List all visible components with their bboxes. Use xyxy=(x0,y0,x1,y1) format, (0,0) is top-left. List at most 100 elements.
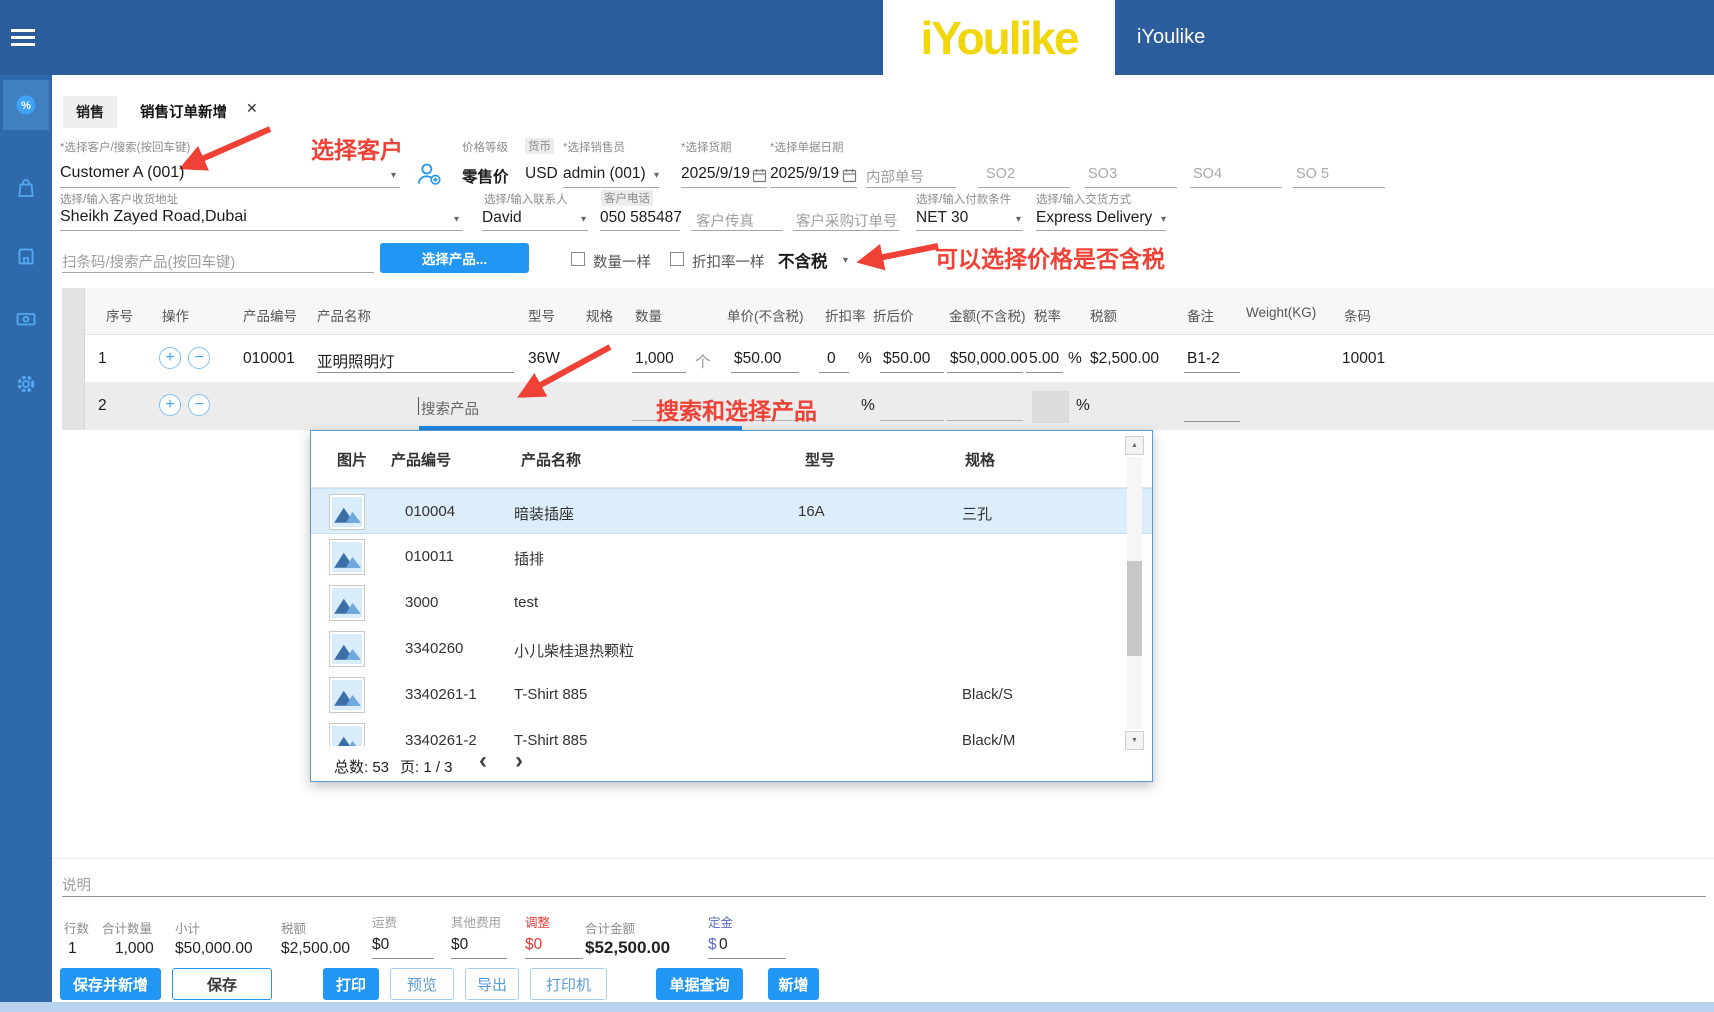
annotation-search-product: 搜索和选择产品 xyxy=(656,398,817,424)
save-button[interactable]: 保存 xyxy=(172,968,272,1000)
col-header: 折后价 xyxy=(873,309,914,324)
row1-after-price[interactable]: $50.00 xyxy=(883,350,930,368)
chevron-down-icon[interactable]: ▾ xyxy=(1161,214,1166,225)
remove-row-button[interactable]: − xyxy=(188,347,210,369)
total-qty-value: 1,000 xyxy=(115,940,154,957)
row1-remark[interactable]: B1-2 xyxy=(1187,350,1220,368)
printer-button[interactable]: 打印机 xyxy=(530,968,607,1000)
row-handle-column xyxy=(62,288,85,430)
sidebar-item-store[interactable] xyxy=(3,240,49,272)
select-product-button[interactable]: 选择产品... xyxy=(380,243,529,273)
phone-input[interactable]: 050 585487 xyxy=(600,207,682,231)
sidebar-item-purchase[interactable] xyxy=(3,172,49,204)
chevron-down-icon[interactable]: ▾ xyxy=(654,170,659,181)
qty-same-checkbox[interactable] xyxy=(571,252,585,266)
list-item[interactable]: 010011 插排 xyxy=(311,534,1152,580)
next-page-button[interactable]: › xyxy=(515,747,523,775)
prev-page-button[interactable]: ‹ xyxy=(479,747,487,775)
row1-tax-rate[interactable]: 5.00 xyxy=(1029,350,1059,368)
col-header: 产品编号 xyxy=(243,309,297,324)
address-select[interactable]: Sheikh Zayed Road,Dubai ▾ xyxy=(60,207,463,231)
chevron-down-icon[interactable]: ▾ xyxy=(1016,214,1021,225)
so5-input[interactable]: SO 5 xyxy=(1293,160,1385,188)
salesperson-select[interactable]: admin (001) ▾ xyxy=(563,160,659,188)
scroll-up-button[interactable]: ▲ xyxy=(1125,436,1144,455)
notes-input[interactable]: 说明 xyxy=(62,874,91,895)
export-button[interactable]: 导出 xyxy=(465,968,519,1000)
tax-total-value: $2,500.00 xyxy=(281,940,350,957)
po-input[interactable]: 客户采购订单号 xyxy=(793,207,899,231)
row1-qty[interactable]: 1,000 xyxy=(635,350,674,368)
remove-row-button[interactable]: − xyxy=(188,394,210,416)
row1-amount[interactable]: $50,000.00 xyxy=(950,350,1028,368)
save-and-new-button[interactable]: 保存并新增 xyxy=(60,968,161,1000)
chevron-down-icon[interactable]: ▾ xyxy=(581,214,586,225)
close-icon[interactable]: ✕ xyxy=(246,100,258,117)
product-code: 3340260 xyxy=(405,640,464,657)
row2-search-input[interactable]: 搜索产品 xyxy=(421,398,479,419)
calendar-icon[interactable] xyxy=(842,168,857,183)
scan-product-input[interactable]: 扫条码/搜索产品(按回车键) xyxy=(62,246,374,273)
internal-no-input[interactable]: 内部单号 xyxy=(866,160,956,188)
chevron-down-icon[interactable]: ▾ xyxy=(843,255,848,266)
list-item[interactable]: 3340261-2 T-Shirt 885 Black/M xyxy=(311,718,1152,746)
shipping-select[interactable]: Express Delivery ▾ xyxy=(1036,207,1166,231)
so4-input[interactable]: SO4 xyxy=(1190,160,1282,188)
doc-date-field[interactable]: 2025/9/19 xyxy=(770,160,857,188)
scrollbar-thumb[interactable] xyxy=(1127,561,1142,656)
product-image xyxy=(329,585,365,621)
chevron-down-icon[interactable]: ▾ xyxy=(454,214,459,225)
so2-input[interactable]: SO2 xyxy=(978,160,1070,188)
tab-document[interactable]: 销售订单新增 xyxy=(140,101,227,122)
row1-price[interactable]: $50.00 xyxy=(734,350,781,368)
adjust-label: 调整 xyxy=(525,916,551,930)
phone-label: 客户电话 xyxy=(601,190,653,206)
phone-value: 050 585487 xyxy=(600,209,682,226)
so3-input[interactable]: SO3 xyxy=(1085,160,1177,188)
currency-value[interactable]: USD xyxy=(525,165,558,183)
col-header: 条码 xyxy=(1344,309,1371,324)
customer-select[interactable]: Customer A (001) ▾ xyxy=(60,160,400,188)
adjust-input[interactable]: $0 xyxy=(525,936,542,954)
print-button[interactable]: 打印 xyxy=(323,968,379,1000)
list-item[interactable]: 3340260 小儿柴桂退热颗粒 xyxy=(311,626,1152,672)
add-row-button[interactable]: + xyxy=(159,394,181,416)
table-row-2[interactable] xyxy=(62,382,1714,430)
freight-input[interactable]: $0 xyxy=(372,936,389,954)
deposit-input[interactable]: 0 xyxy=(719,936,728,954)
add-new-button[interactable]: 新增 xyxy=(768,968,819,1000)
list-item[interactable]: 010004 暗装插座 16A 三孔 xyxy=(311,488,1152,534)
fax-placeholder: 客户传真 xyxy=(696,214,754,230)
sidebar-item-settings[interactable] xyxy=(3,368,49,400)
chevron-down-icon[interactable]: ▾ xyxy=(391,170,396,181)
doc-query-button[interactable]: 单据查询 xyxy=(656,968,743,1000)
price-level-value[interactable]: 零售价 xyxy=(462,165,509,187)
other-fee-input[interactable]: $0 xyxy=(451,936,468,954)
delivery-date-field[interactable]: 2025/9/19 xyxy=(681,160,767,188)
row1-name[interactable]: 亚明照明灯 xyxy=(317,350,395,372)
scroll-down-button[interactable]: ▼ xyxy=(1125,731,1144,750)
sidebar-item-finance[interactable] xyxy=(3,303,49,335)
row1-discount[interactable]: 0 xyxy=(827,350,836,368)
add-row-button[interactable]: + xyxy=(159,347,181,369)
fax-input[interactable]: 客户传真 xyxy=(691,207,783,231)
col-header: 金额(不含税) xyxy=(949,309,1026,324)
list-item[interactable]: 3000 test xyxy=(311,580,1152,626)
payment-select[interactable]: NET 30 ▾ xyxy=(916,207,1023,231)
add-customer-icon[interactable] xyxy=(415,160,442,187)
row2-tax-rate-box[interactable] xyxy=(1032,391,1069,423)
calendar-icon[interactable] xyxy=(752,168,767,183)
svg-text:%: % xyxy=(21,100,31,112)
sidebar-item-sales[interactable]: % xyxy=(3,80,49,130)
preview-label: 预览 xyxy=(406,976,437,994)
tax-mode-select[interactable]: 不含税 xyxy=(778,248,828,272)
annotation-arrow-product xyxy=(517,344,612,398)
list-item[interactable]: 3340261-1 T-Shirt 885 Black/S xyxy=(311,672,1152,718)
bottom-strip xyxy=(0,1002,1714,1012)
discount-same-checkbox[interactable] xyxy=(670,252,684,266)
deposit-currency: $ xyxy=(708,936,717,953)
tab-module[interactable]: 销售 xyxy=(63,96,117,128)
preview-button[interactable]: 预览 xyxy=(390,968,454,1000)
hamburger-menu-icon[interactable] xyxy=(11,29,35,47)
contact-select[interactable]: David ▾ xyxy=(482,207,588,231)
